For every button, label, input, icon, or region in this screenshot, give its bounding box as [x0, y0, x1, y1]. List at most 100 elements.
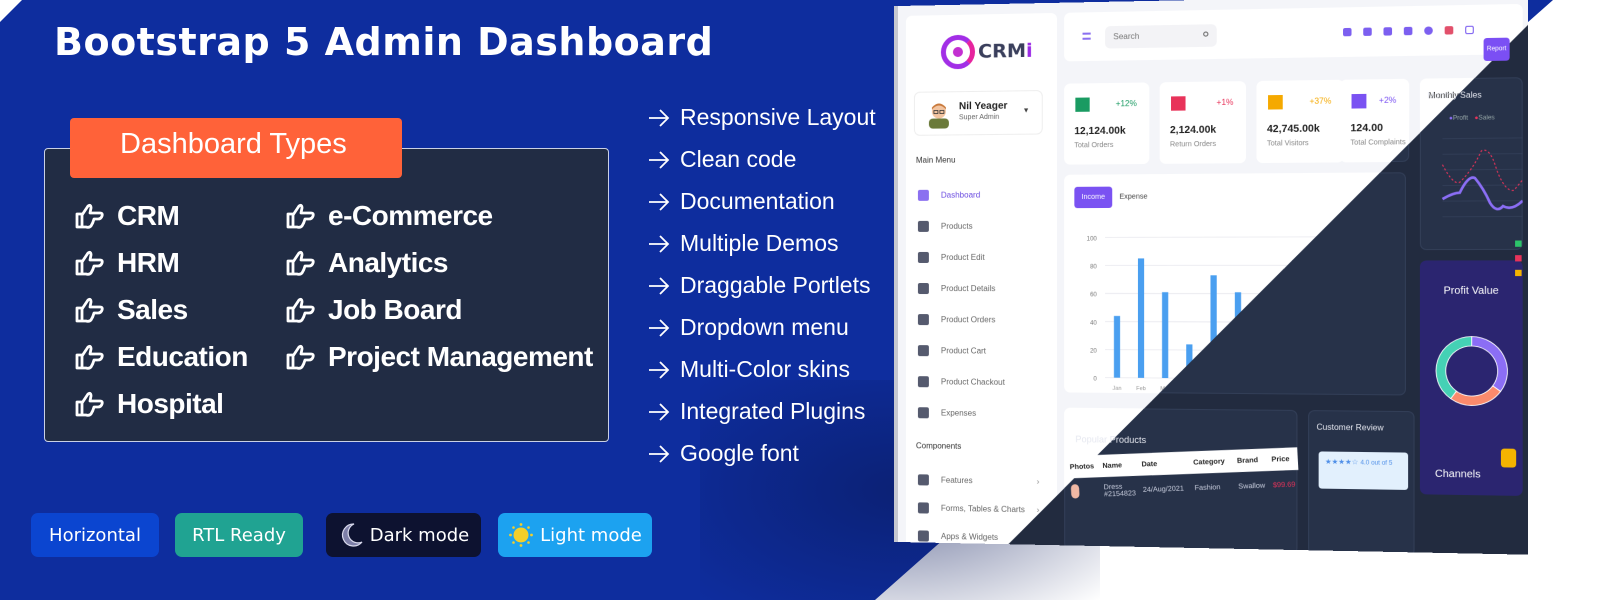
stat-card: +2% 124.00 Total Complaints: [1339, 78, 1410, 163]
dashboard-type-item: Sales: [74, 294, 188, 326]
badge-label: Light mode: [540, 524, 642, 546]
search-input[interactable]: Search: [1105, 24, 1217, 49]
stat-value: 12,124.00k: [1074, 125, 1126, 138]
dashboard-type-label: Analytics: [328, 247, 449, 278]
sidebar-item-apps-widgets[interactable]: Apps & Widgets›: [917, 530, 1039, 543]
dashboard-type-label: e-Commerce: [328, 200, 493, 231]
chevron-right-icon: ›: [1036, 477, 1040, 487]
feature-label: Clean code: [680, 146, 797, 172]
theme-red-icon[interactable]: [1515, 255, 1522, 262]
dashboard-type-item: Project Management: [285, 341, 593, 373]
arrow-right-icon: [649, 276, 670, 295]
tab-income[interactable]: Income: [1074, 186, 1113, 209]
sidebar-item-forms-tables-charts[interactable]: Forms, Tables & Charts ›: [917, 502, 1039, 515]
badge-dark-mode[interactable]: Dark mode: [326, 513, 481, 557]
swap-icon[interactable]: [1363, 27, 1372, 36]
theme-green-icon[interactable]: [1515, 240, 1522, 247]
dashboard-type-label: Hospital: [117, 388, 224, 419]
corner-decoration-left: [0, 0, 22, 22]
bell-icon[interactable]: [1343, 27, 1352, 37]
feature-label: Integrated Plugins: [680, 398, 866, 424]
sidebar-item-products[interactable]: Products: [917, 220, 973, 232]
stat-icon: [1268, 94, 1283, 110]
stat-icon: [1171, 96, 1186, 111]
feature-label: Google font: [680, 440, 799, 466]
globe-icon[interactable]: [1424, 26, 1433, 35]
logo-suffix: i: [1026, 39, 1033, 62]
menu-icon: [917, 345, 929, 357]
logo-mark-icon: [940, 34, 976, 70]
user-profile-card[interactable]: Nil Yeager Super Admin ▼: [913, 90, 1043, 136]
fullscreen-icon[interactable]: [1465, 25, 1474, 35]
feature-item: Clean code: [648, 146, 796, 173]
cart-icon[interactable]: [1403, 26, 1413, 36]
badge-light-mode[interactable]: Light mode: [498, 513, 652, 557]
sidebar-item-features[interactable]: Features ›: [917, 474, 1039, 486]
document-icon[interactable]: [1383, 27, 1393, 36]
sidebar-item-expenses[interactable]: Expenses: [917, 407, 977, 419]
dashboard-type-item: Education: [74, 341, 248, 373]
stat-card: +1% 2,124.00k Return Orders: [1159, 81, 1246, 164]
badge-rtl-ready[interactable]: RTL Ready: [175, 513, 303, 557]
dashboard-preview: CRMi Nil Yeager Super Admin ▼ Main Menu …: [898, 0, 1529, 555]
arrow-right-icon: [649, 360, 670, 379]
report-button[interactable]: Report: [1483, 37, 1510, 62]
arrow-right-icon: [649, 444, 670, 463]
menu-icon: [917, 407, 929, 419]
menu-label: Expenses: [940, 408, 977, 418]
hamburger-menu-icon[interactable]: [1082, 32, 1091, 40]
thumbs-up-icon: [75, 203, 104, 229]
stat-change: +37%: [1309, 96, 1332, 106]
thumbs-up-icon: [286, 297, 315, 323]
stat-card: +37% 42,745.00k Total Visitors: [1256, 79, 1345, 164]
theme-yellow-icon[interactable]: [1515, 269, 1522, 277]
y-tick-label: 80: [1090, 264, 1098, 270]
feature-item: Multi-Color skins: [648, 356, 850, 383]
flag-icon[interactable]: [1444, 26, 1454, 35]
stat-label: Total Complaints: [1350, 139, 1406, 147]
menu-label: Product Chackout: [940, 377, 1005, 387]
dashboard-type-label: Job Board: [328, 294, 462, 325]
menu-label: Features: [940, 475, 973, 486]
dashboard-types-heading: Dashboard Types: [70, 118, 402, 178]
menu-label: Product Cart: [940, 346, 987, 356]
feature-label: Documentation: [680, 188, 835, 214]
menu-icon: [917, 502, 929, 514]
thumbs-up-icon: [286, 203, 315, 229]
crmi-logo: CRMi: [940, 34, 1033, 70]
topbar-icons: [1343, 25, 1474, 37]
dashboard-type-label: CRM: [117, 200, 180, 231]
logo-text: CRM: [978, 39, 1027, 63]
feature-item: Draggable Portlets: [648, 272, 871, 299]
stat-icon: [1075, 97, 1090, 112]
menu-label: Product Orders: [940, 315, 996, 325]
dashboard-type-item: CRM: [74, 200, 180, 232]
feature-label: Multiple Demos: [680, 230, 839, 256]
search-icon[interactable]: [1203, 31, 1209, 37]
bar-feb: [1137, 258, 1145, 378]
sidebar-item-product-orders[interactable]: Product Orders: [917, 314, 996, 326]
caret-down-icon[interactable]: ▼: [1023, 107, 1030, 114]
menu-label: Apps & Widgets: [940, 531, 999, 542]
stat-change: +1%: [1216, 97, 1234, 108]
dashboard-type-label: Project Management: [328, 341, 593, 372]
feature-item: Multiple Demos: [648, 230, 839, 257]
sidebar-item-product-chackout[interactable]: Product Chackout: [917, 376, 1005, 388]
menu-label: Products: [940, 221, 973, 231]
user-name: Nil Yeager: [958, 100, 1008, 113]
sidebar-item-product-cart[interactable]: Product Cart: [917, 345, 987, 357]
badge-label: Horizontal: [49, 524, 141, 546]
arrow-right-icon: [649, 192, 670, 211]
feature-label: Responsive Layout: [680, 104, 876, 130]
dashboard-type-label: Education: [117, 341, 248, 372]
sidebar-item-dashboard[interactable]: Dashboard: [917, 189, 980, 201]
chevron-right-icon: ›: [1036, 505, 1040, 515]
badge-horizontal[interactable]: Horizontal: [31, 513, 159, 557]
tab-expense[interactable]: Expense: [1119, 194, 1147, 201]
sidebar-item-product-details[interactable]: Product Details: [917, 283, 995, 295]
menu-label: Forms, Tables & Charts: [940, 503, 1025, 515]
arrow-right-icon: [649, 150, 670, 169]
stat-label: Total Visitors: [1266, 139, 1309, 148]
thumbs-up-icon: [75, 250, 104, 276]
sidebar-item-product-edit[interactable]: Product Edit: [917, 251, 985, 263]
